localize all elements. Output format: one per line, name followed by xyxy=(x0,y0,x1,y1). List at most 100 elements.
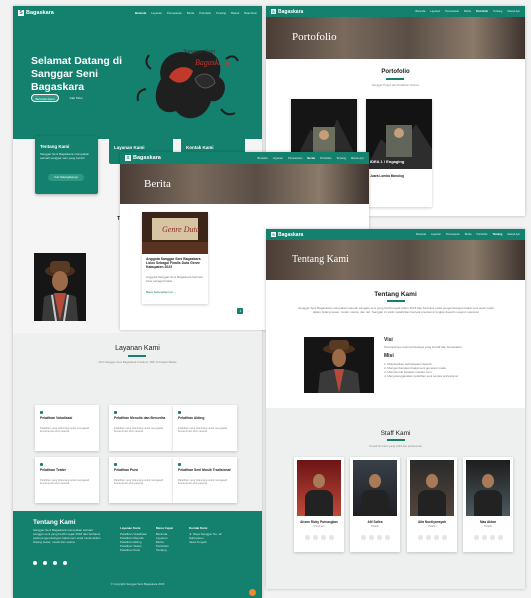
feature-card-tentang[interactable]: Tentang Kami Sanggar Seni Bagaskara meru… xyxy=(35,136,98,194)
service-title: Pelatihan Menulis dan Bercerita xyxy=(114,416,166,420)
brand[interactable]: S Bagaskara xyxy=(271,9,303,15)
visi-title: Visi xyxy=(384,337,393,343)
nav-buat-akun[interactable]: Buat Akun xyxy=(244,11,257,15)
nav-pemesanan[interactable]: Pemesanan xyxy=(445,10,459,13)
instagram-icon[interactable] xyxy=(368,535,374,540)
facebook-icon[interactable] xyxy=(473,535,479,540)
instagram-icon[interactable] xyxy=(43,561,47,565)
service-card[interactable]: Pelatihan Seni Musik Tradisional Pelatiha… xyxy=(173,457,237,503)
staff-photo xyxy=(466,460,510,516)
sanggar-mask-logo-icon: Sanggar Seni Bagaskara xyxy=(136,49,239,119)
nav-tentang[interactable]: Tentang xyxy=(492,233,502,236)
nav-layanan[interactable]: Layanan xyxy=(273,157,283,160)
news-title[interactable]: Anggota Sanggar Seni Bagaskara Lolos Seb… xyxy=(146,257,204,270)
nav-layanan[interactable]: Layanan xyxy=(430,10,440,13)
service-card[interactable]: Pelatihan Menulis dan Bercerita Pelatihan… xyxy=(109,405,173,451)
brand[interactable]: S Bagaskara xyxy=(125,155,161,161)
twitter-icon[interactable] xyxy=(376,535,382,540)
service-card[interactable]: Pelatihan Teater Pelatihan yang dirancang… xyxy=(35,457,99,503)
read-more-link[interactable]: Baca Selengkapnya → xyxy=(146,290,177,294)
nav-berita[interactable]: Berita xyxy=(307,157,315,160)
facebook-icon[interactable] xyxy=(360,535,366,540)
nav-berita[interactable]: Berita xyxy=(187,11,194,15)
nav-tentang[interactable]: Tentang xyxy=(216,11,226,15)
instagram-icon[interactable] xyxy=(312,535,318,540)
linkedin-icon[interactable] xyxy=(384,535,390,540)
service-title: Pelatihan Teater xyxy=(40,468,66,472)
portfolio-subtitle: Sanggar Projek dan Pelatihan Terbaru xyxy=(371,83,420,87)
portfolio-card[interactable]: IDEA 1 / Engaging Juara Lomba Monolog xyxy=(366,99,432,207)
hero-secondary-button[interactable]: Cari Tahu xyxy=(63,94,89,102)
brand[interactable]: S Bagaskara xyxy=(271,232,303,238)
nav-portofolio[interactable]: Portofolio xyxy=(199,11,211,15)
tentang-navbar: S Bagaskara Beranda Layanan Pemesanan Be… xyxy=(266,229,525,240)
nav-masuk[interactable]: Masuk Ayo xyxy=(507,10,520,13)
feature-card-title: Kontak Kami xyxy=(186,145,214,150)
linkedin-icon[interactable] xyxy=(441,535,447,540)
youtube-icon[interactable] xyxy=(53,561,57,565)
service-card[interactable]: Pelatihan Vokalisasi Pelatihan yang diran… xyxy=(35,405,99,451)
nav-masuk[interactable]: Masuk Ayo xyxy=(351,157,364,160)
staff-card[interactable]: Ahsan Rizky Pamungkas Pimpinan xyxy=(294,457,344,552)
nav-beranda[interactable]: Beranda xyxy=(135,11,146,15)
news-image: Genre Duta xyxy=(142,212,208,254)
pagination-next-icon[interactable]: › xyxy=(247,309,248,314)
linkedin-icon[interactable] xyxy=(497,535,503,540)
tiktok-icon[interactable] xyxy=(63,561,67,565)
nav-pemesanan[interactable]: Pemesanan xyxy=(167,11,182,15)
service-card[interactable]: Pelatihan Akting Pelatihan yang dirancang… xyxy=(173,405,237,451)
service-icon xyxy=(40,411,43,414)
staff-role: Pelatih xyxy=(484,525,492,528)
twitter-icon[interactable] xyxy=(489,535,495,540)
staff-card[interactable]: Mas Akbar Pelatih xyxy=(463,457,513,552)
nav-layanan[interactable]: Layanan xyxy=(151,11,162,15)
nav-tentang[interactable]: Tentang xyxy=(336,157,346,160)
staff-card[interactable]: Alfa Nurdiyansyah Pelatih xyxy=(407,457,457,552)
twitter-icon[interactable] xyxy=(433,535,439,540)
nav-beranda[interactable]: Beranda xyxy=(416,233,426,236)
brand[interactable]: S Bagaskara xyxy=(18,9,54,16)
nav-beranda[interactable]: Beranda xyxy=(415,10,425,13)
logo-script-text: Sanggar Seni xyxy=(183,49,215,55)
linkedin-icon[interactable] xyxy=(328,535,334,540)
nav-berita[interactable]: Berita xyxy=(465,233,472,236)
nav-layanan[interactable]: Layanan xyxy=(431,233,441,236)
banner-title: Tentang Kami xyxy=(292,254,349,265)
layanan-section: Layanan Kami Oleh Sanggar Seni Bagaskara… xyxy=(13,333,262,511)
service-card[interactable]: Pelatihan Puisi Pelatihan yang dirancang … xyxy=(109,457,173,503)
footer: Tentang Kami Sanggar Seni Bagaskara meru… xyxy=(13,511,262,598)
nav-berita[interactable]: Berita xyxy=(464,10,471,13)
about-person-photo xyxy=(34,253,86,321)
nav-portofolio[interactable]: Portofolio xyxy=(320,157,331,160)
twitter-icon[interactable] xyxy=(320,535,326,540)
brand-name: Bagaskara xyxy=(278,231,304,238)
service-title: Pelatihan Vokalisasi xyxy=(40,416,73,420)
tentang-page-screenshot: S Bagaskara Beranda Layanan Pemesanan Be… xyxy=(266,229,525,589)
nav-beranda[interactable]: Beranda xyxy=(258,157,268,160)
nav-pemesanan[interactable]: Pemesanan xyxy=(446,233,460,236)
instagram-icon[interactable] xyxy=(481,535,487,540)
staff-card[interactable]: Alif Sofira Pelatih xyxy=(350,457,400,552)
nav-masuk[interactable]: Masuk Ayo xyxy=(507,233,520,236)
layanan-title: Layanan Kami xyxy=(115,345,160,352)
feature-card-button[interactable]: Cari Selengkapnya xyxy=(48,174,84,181)
facebook-icon[interactable] xyxy=(33,561,37,565)
berita-banner: Berita xyxy=(120,164,369,204)
footer-col-layanan: Layanan Kami xyxy=(120,526,141,530)
pagination-page-1[interactable]: 1 xyxy=(237,308,244,314)
hero-primary-button[interactable]: Beranda Kami xyxy=(31,94,59,102)
facebook-icon[interactable] xyxy=(417,535,423,540)
pagination-prev-icon[interactable]: ‹ xyxy=(232,309,233,314)
nav-pemesanan[interactable]: Pemesanan xyxy=(288,157,302,160)
svg-text:Genre Duta: Genre Duta xyxy=(162,225,200,234)
staff-name: Alfa Nurdiyansyah xyxy=(418,520,446,524)
staff-role: Pimpinan xyxy=(313,525,325,528)
news-card[interactable]: Genre Duta Anggota Sanggar Seni Bagaskar… xyxy=(142,212,208,304)
nav-masuk[interactable]: Masuk xyxy=(231,11,239,15)
facebook-icon[interactable] xyxy=(304,535,310,540)
nav-portofolio[interactable]: Portofolio xyxy=(476,10,488,13)
instagram-icon[interactable] xyxy=(425,535,431,540)
nav-portofolio[interactable]: Portofolio xyxy=(476,233,487,236)
nav-tentang[interactable]: Tentang xyxy=(493,10,502,13)
footer-about-title: Tentang Kami xyxy=(33,519,76,526)
